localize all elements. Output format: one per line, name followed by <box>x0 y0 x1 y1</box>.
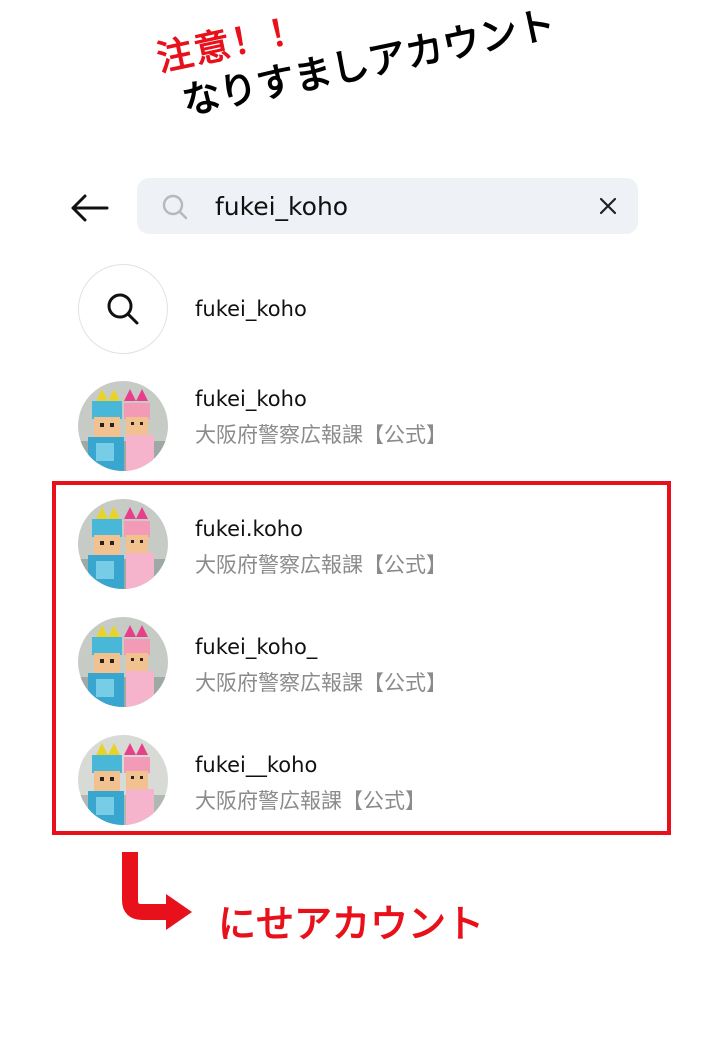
clear-search-button[interactable] <box>594 192 622 220</box>
result-name: fukei_koho <box>195 387 307 411</box>
close-icon <box>599 197 617 215</box>
search-bar[interactable] <box>137 178 638 234</box>
magnifier-icon <box>162 194 188 220</box>
account-result-item[interactable]: fukei_koho 大阪府警察広報課【公式】 <box>78 381 638 473</box>
search-input[interactable] <box>215 186 585 226</box>
result-name: fukei_koho <box>195 297 307 321</box>
bent-arrow-icon <box>122 852 192 930</box>
search-suggestion-item[interactable]: fukei_koho <box>78 264 638 356</box>
fake-account-label: にせアカウント <box>218 902 485 946</box>
arrow-left-icon <box>71 194 109 222</box>
back-button[interactable] <box>66 185 112 231</box>
result-subtitle: 大阪府警察広報課【公式】 <box>195 423 447 447</box>
fake-accounts-highlight-box <box>52 481 671 835</box>
warning-annotation: 注意！！ なりすましアカウント <box>153 0 559 128</box>
account-avatar <box>78 381 168 471</box>
magnifier-icon <box>107 293 139 325</box>
search-suggestion-icon-circle <box>78 264 168 354</box>
